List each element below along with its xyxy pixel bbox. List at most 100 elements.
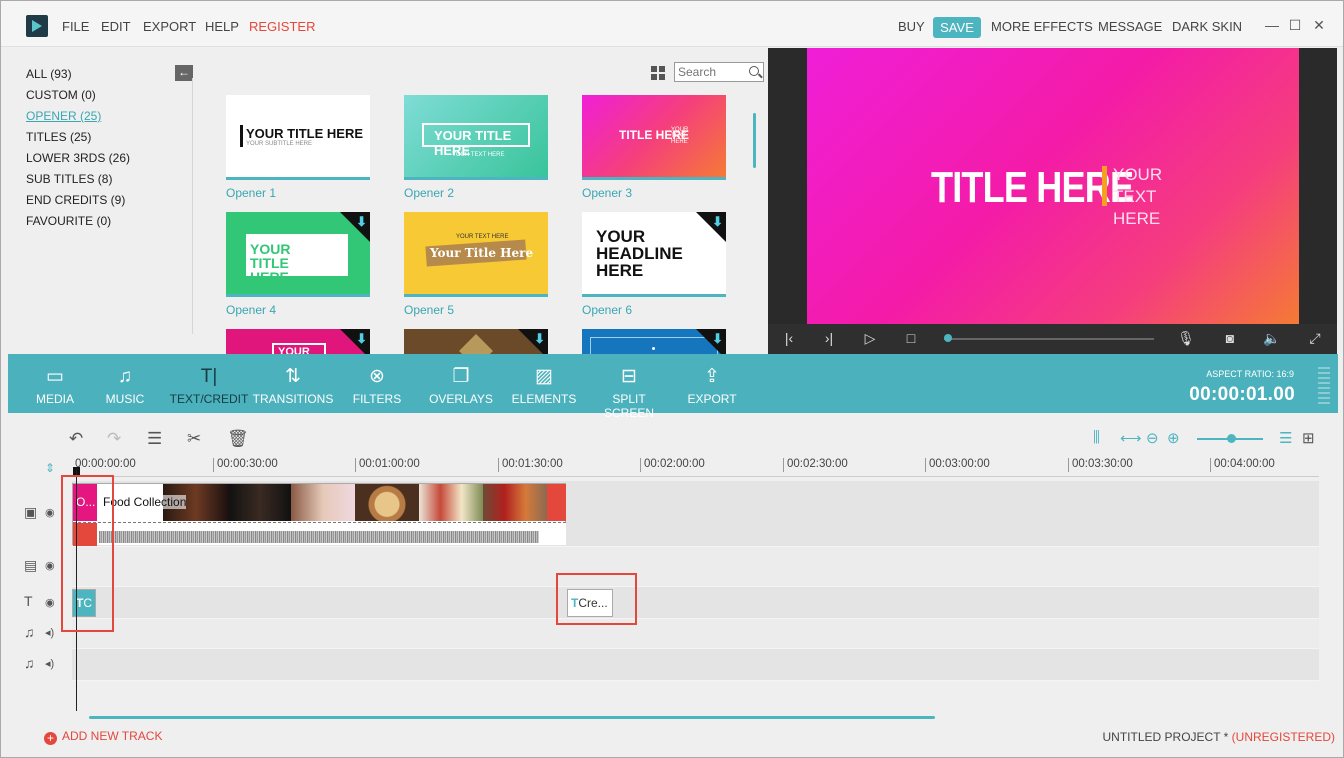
video-clip[interactable]: O... Food Collection [72, 483, 566, 546]
audio-mixer-icon[interactable]: ⫼ [1093, 429, 1100, 446]
zoom-out-icon[interactable]: ⊖ [1146, 429, 1159, 447]
clip-thumb [547, 484, 566, 521]
download-icon[interactable]: ⬇ [356, 331, 367, 347]
track-visibility-eye-icon[interactable]: ◉ [45, 559, 55, 572]
snap-marker-icon[interactable]: ⇕ [45, 461, 55, 475]
adjust-sliders-icon[interactable]: ☰ [147, 429, 162, 449]
stop-icon[interactable]: □ [901, 330, 921, 346]
playback-controls: |‹ ›| ▷ □ 🎙 ◙ 🔈 ⤢ [768, 324, 1337, 354]
microphone-icon[interactable]: 🎙 [1176, 330, 1196, 347]
grid-view-icon[interactable] [651, 66, 665, 80]
category-custom[interactable]: CUSTOM (0) [26, 85, 130, 106]
tool-music[interactable]: ♫ MUSIC [85, 354, 165, 413]
track-visibility-eye-icon[interactable]: ◉ [45, 596, 55, 609]
grid-view-icon[interactable]: ⊞ [1302, 429, 1315, 447]
clip-thumb [355, 484, 419, 521]
buy-button[interactable]: BUY [898, 19, 925, 34]
pip-track[interactable] [72, 547, 1319, 587]
category-titles[interactable]: TITLES (25) [26, 127, 130, 148]
tool-media[interactable]: ▭ MEDIA [15, 354, 95, 413]
category-end-credits[interactable]: END CREDITS (9) [26, 190, 130, 211]
timeline-scrollbar[interactable] [89, 716, 935, 719]
download-icon[interactable]: ⬇ [534, 331, 545, 347]
text-cursor-icon: T| [200, 366, 218, 387]
minimize-icon[interactable]: — [1262, 15, 1282, 35]
thumbnail-opener-9[interactable]: ⬇ [582, 329, 726, 354]
drag-handle[interactable] [1318, 364, 1330, 404]
track-visibility-eye-icon[interactable]: ◉ [45, 506, 55, 519]
volume-icon[interactable]: 🔈 [1262, 330, 1282, 347]
track-volume-icon[interactable]: ◂) [45, 657, 54, 670]
snapshot-camera-icon[interactable]: ◙ [1220, 330, 1240, 346]
library-scrollbar[interactable] [753, 113, 756, 168]
skip-back-icon[interactable]: |‹ [779, 330, 799, 346]
download-icon[interactable]: ⬇ [712, 214, 723, 230]
scissors-icon[interactable]: ✂ [187, 429, 201, 449]
tool-elements[interactable]: ▨ ELEMENTS [504, 354, 584, 413]
close-icon[interactable]: ✕ [1309, 15, 1329, 35]
thumbnail-opener-7[interactable]: YOUR ⬇ [226, 329, 370, 354]
download-icon[interactable]: ⬇ [712, 331, 723, 347]
collapse-arrow-icon[interactable]: ← [175, 65, 193, 81]
thumbnail-opener-3[interactable]: TITLE HERE YOUR TEXT HERE Opener 3 [582, 95, 726, 200]
tool-transitions[interactable]: ⇅ TRANSITIONS [252, 354, 334, 413]
project-name: UNTITLED PROJECT * [1102, 730, 1229, 744]
menu-export[interactable]: EXPORT [143, 19, 196, 34]
ruler-tick: 00:02:30:00 [787, 458, 848, 470]
thumbnail-opener-1[interactable]: YOUR TITLE HERE YOUR SUBTITLE HERE Opene… [226, 95, 370, 200]
zoom-in-icon[interactable]: ⊕ [1167, 429, 1180, 447]
thumbnail-opener-8[interactable]: ⬇ [404, 329, 548, 354]
thumbnail-opener-5[interactable]: YOUR TEXT HERE Your Title Here Opener 5 [404, 212, 548, 317]
ruler-tick: 00:01:00:00 [359, 458, 420, 470]
thumbnail-opener-6[interactable]: YOUR HEADLINE HERE ⬇ Opener 6 [582, 212, 726, 317]
audio-track-2[interactable] [72, 649, 1319, 681]
track-volume-icon[interactable]: ◂) [45, 626, 54, 639]
ruler-tick: 00:03:00:00 [929, 458, 990, 470]
dark-skin-button[interactable]: DARK SKIN [1172, 19, 1242, 34]
download-icon[interactable]: ⬇ [356, 214, 367, 230]
music-track-icon: ♫ [24, 624, 35, 640]
tool-export[interactable]: ⇪ EXPORT [672, 354, 752, 413]
more-effects-button[interactable]: MORE EFFECTS [991, 19, 1093, 34]
playback-progress-bar[interactable] [944, 338, 1154, 340]
maximize-icon[interactable]: ☐ [1285, 15, 1305, 35]
tool-split-screen[interactable]: ⊟ SPLIT SCREEN [586, 354, 672, 420]
undo-icon[interactable]: ↶ [69, 429, 83, 449]
audio-track-1[interactable] [72, 619, 1319, 649]
menu-help[interactable]: HELP [205, 19, 239, 34]
ruler-tick: 00:01:30:00 [502, 458, 563, 470]
play-icon[interactable]: ▷ [860, 330, 880, 347]
menu-edit[interactable]: EDIT [101, 19, 131, 34]
timeline-ruler[interactable]: 00:00:00:00 00:00:30:00 00:01:00:00 00:0… [71, 458, 1319, 478]
text-track[interactable] [72, 587, 1319, 619]
music-note-icon: ♫ [117, 366, 133, 387]
playback-progress-knob[interactable] [944, 334, 952, 342]
category-sub-titles[interactable]: SUB TITLES (8) [26, 169, 130, 190]
save-button[interactable]: SAVE [933, 17, 981, 38]
search-input[interactable] [678, 63, 748, 81]
menu-file[interactable]: FILE [62, 19, 89, 34]
category-favourite[interactable]: FAVOURITE (0) [26, 211, 130, 232]
redo-icon[interactable]: ↷ [107, 429, 121, 449]
fullscreen-icon[interactable]: ⤢ [1305, 330, 1325, 347]
category-opener[interactable]: OPENER (25) [26, 106, 130, 127]
pip-track-icon: ▤ [24, 557, 38, 573]
menu-register[interactable]: REGISTER [249, 19, 315, 34]
step-forward-icon[interactable]: ›| [819, 330, 839, 346]
search-box[interactable] [674, 62, 764, 82]
tool-overlays[interactable]: ❐ OVERLAYS [421, 354, 501, 413]
tool-text-credit[interactable]: T| TEXT/CREDIT [167, 354, 251, 413]
tool-filters[interactable]: ⊗ FILTERS [337, 354, 417, 413]
trash-icon[interactable]: 🗑 [227, 429, 249, 449]
fit-timeline-icon[interactable]: ⟷ [1120, 429, 1142, 447]
zoom-slider-knob[interactable] [1227, 434, 1236, 443]
thumbnail-opener-4[interactable]: YOUR TITLE HERE ⬇ Opener 4 [226, 212, 370, 317]
category-all[interactable]: ALL (93) [26, 64, 130, 85]
search-icon[interactable] [749, 66, 759, 76]
add-new-track-button[interactable]: + ADD NEW TRACK [44, 729, 162, 745]
thumbnail-opener-2[interactable]: YOUR TITLE HERE YOUR TEXT HERE Opener 2 [404, 95, 548, 200]
list-view-icon[interactable]: ☰ [1279, 429, 1292, 447]
category-lower-3rds[interactable]: LOWER 3RDS (26) [26, 148, 130, 169]
preview-canvas: TITLE HERE YOUR TEXT HERE [807, 48, 1299, 324]
message-button[interactable]: MESSAGE [1098, 19, 1162, 34]
